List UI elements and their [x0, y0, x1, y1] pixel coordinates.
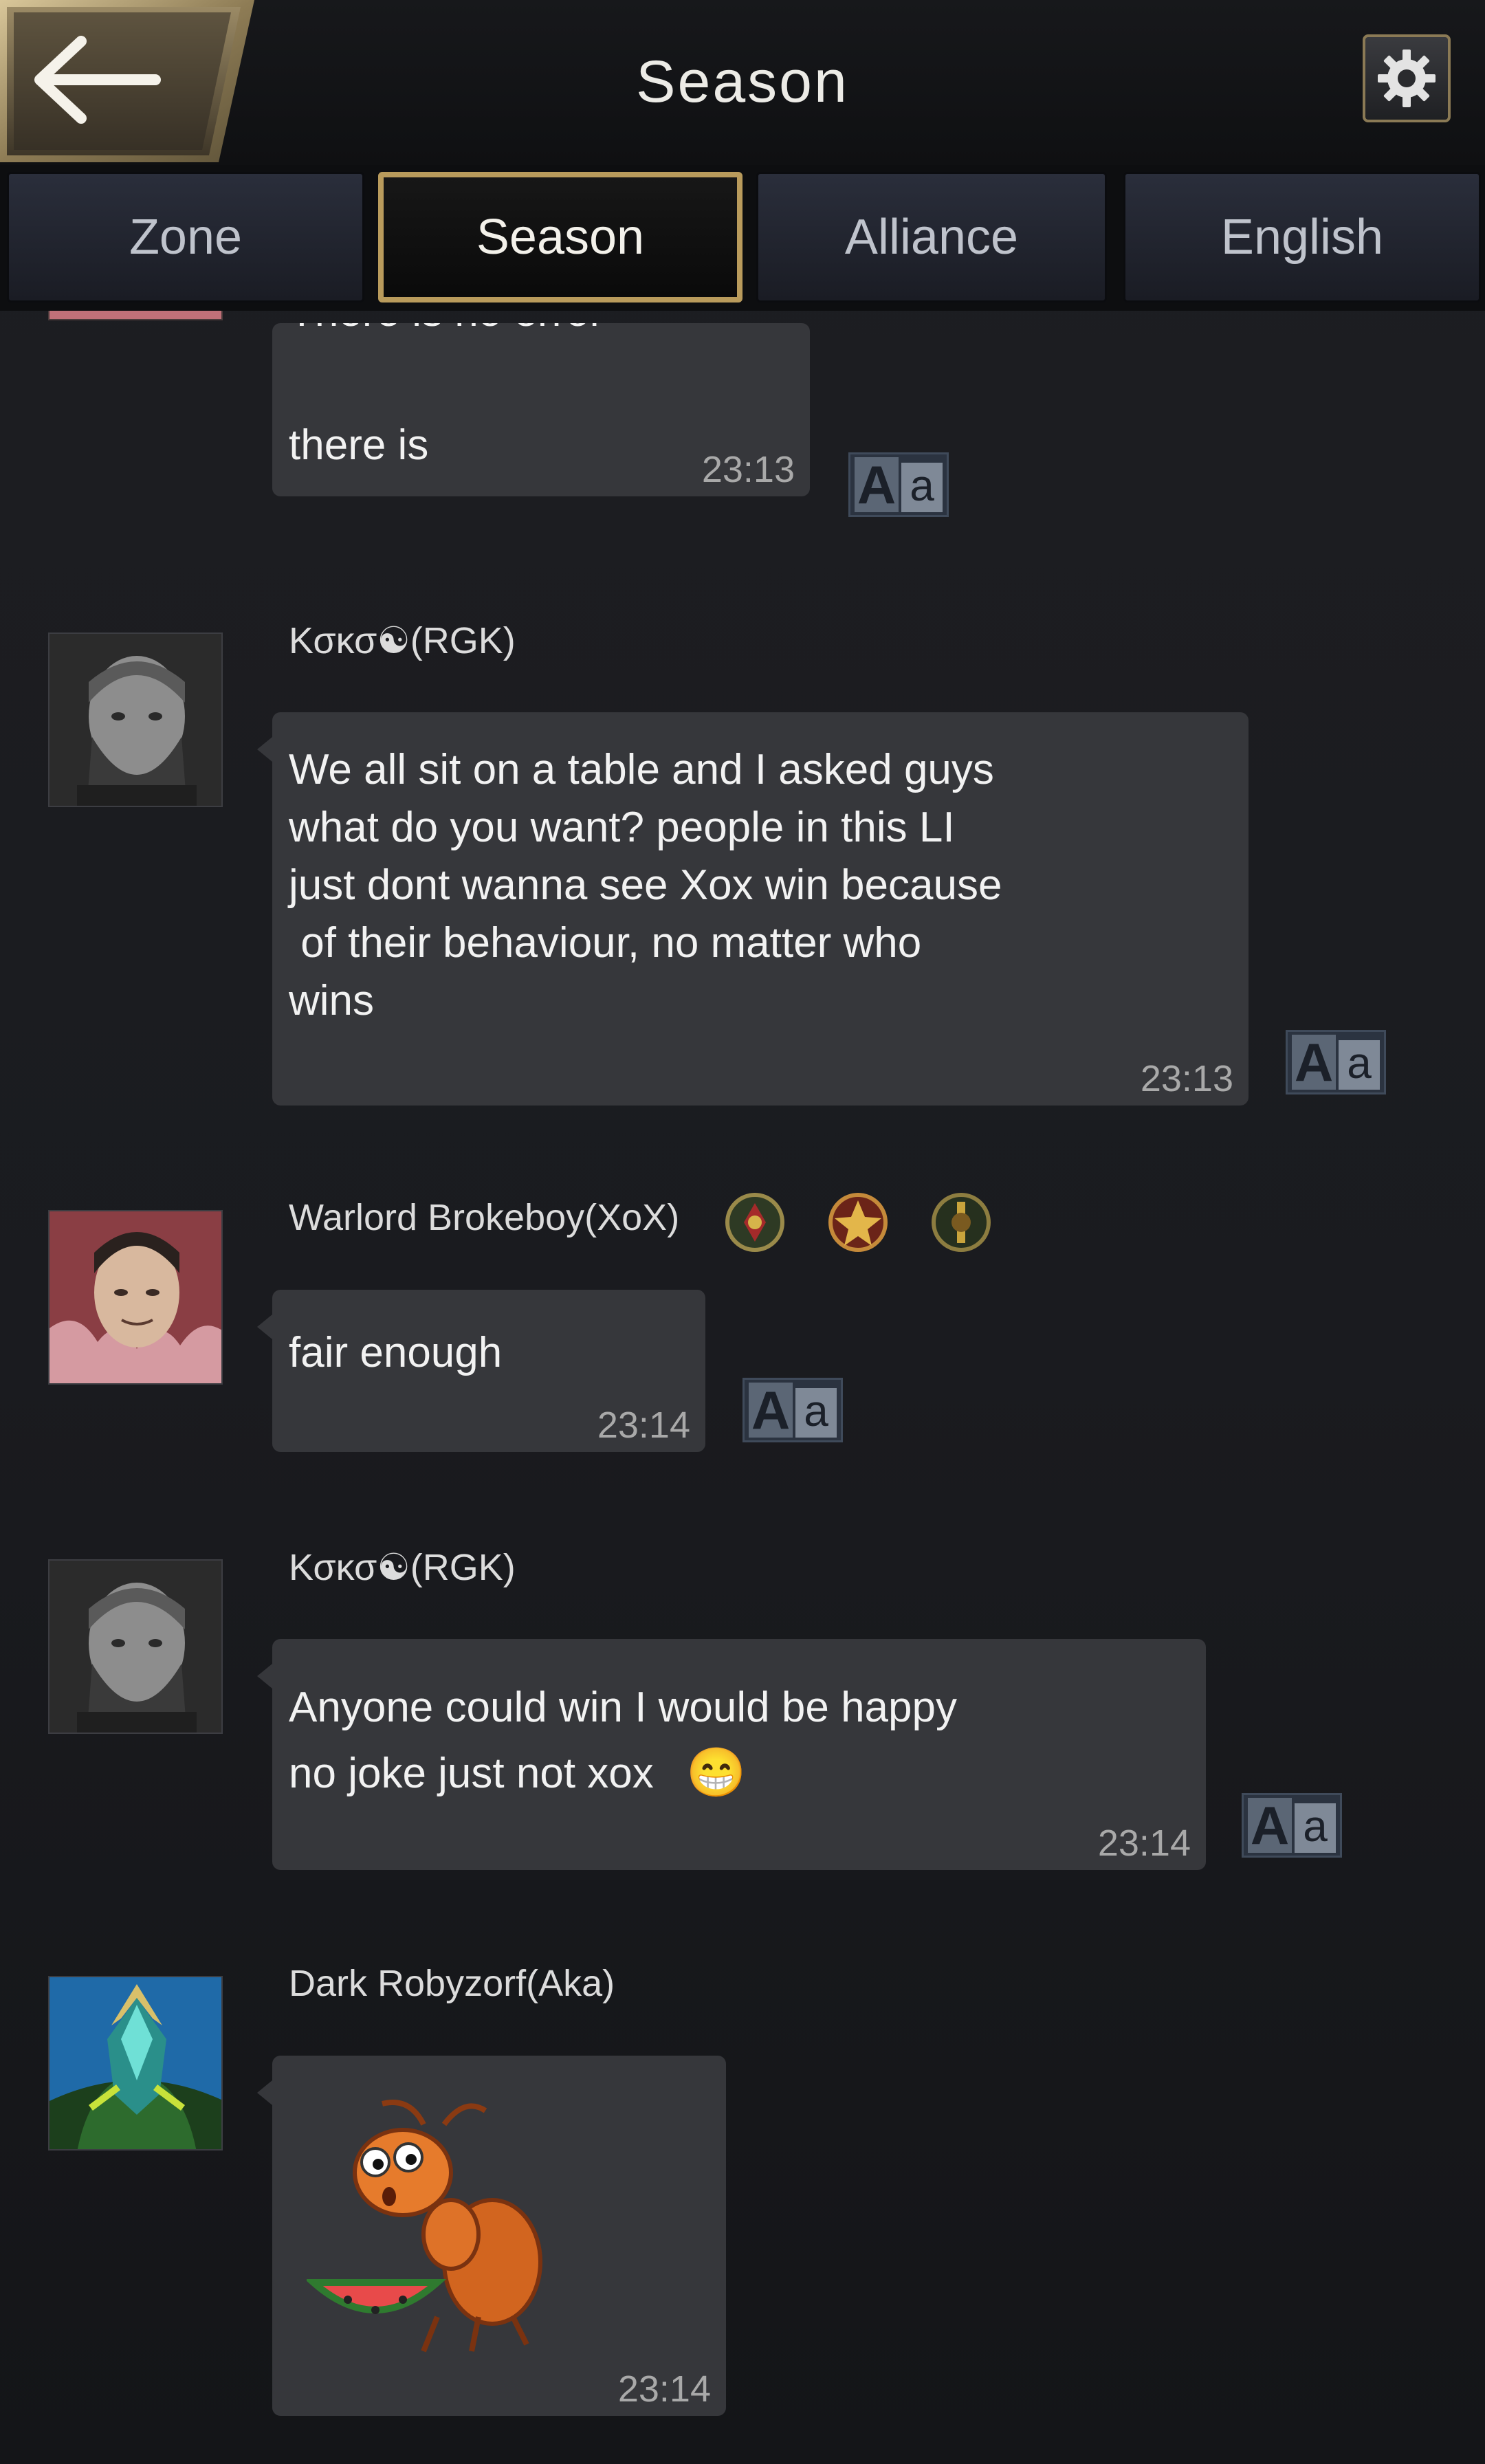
translate-button[interactable]: Aa: [742, 1378, 843, 1442]
username[interactable]: Κσκσ☯(RGK): [289, 1546, 516, 1589]
message-time: 23:13: [1140, 1058, 1233, 1099]
message-text: Anyone could win I would be happy no jok…: [289, 1684, 957, 1797]
top-bar: Season: [0, 0, 1485, 168]
message-bubble[interactable]: There is no error there is 23:13: [272, 323, 810, 496]
message-time: 23:14: [617, 2368, 711, 2410]
username[interactable]: Dark Robyzorf(Aka): [289, 1962, 615, 2005]
username[interactable]: Warlord Brokeboy(XoX): [289, 1196, 679, 1239]
avatar[interactable]: [48, 1976, 223, 2150]
settings-button[interactable]: [1363, 34, 1451, 122]
translate-button[interactable]: Aa: [848, 452, 949, 517]
translate-button[interactable]: Aa: [1242, 1793, 1342, 1858]
tab-alliance[interactable]: Alliance: [756, 172, 1107, 302]
message-text: fair enough: [289, 1329, 503, 1376]
badge-icon: [719, 1187, 791, 1258]
avatar[interactable]: [48, 311, 223, 320]
channel-tabs: Zone Season Alliance English: [0, 165, 1485, 311]
message-bubble[interactable]: We all sit on a table and I asked guys w…: [257, 712, 1248, 1106]
username[interactable]: Κσκσ☯(RGK): [289, 619, 516, 662]
message-text-cut: There is no error: [289, 323, 604, 341]
avatar[interactable]: [48, 1559, 223, 1734]
message-bubble[interactable]: Anyone could win I would be happy no jok…: [257, 1639, 1206, 1870]
message-time: 23:13: [701, 449, 795, 490]
sticker-bubble[interactable]: 23:14: [257, 2056, 726, 2416]
translate-button[interactable]: Aa: [1286, 1030, 1386, 1094]
chat-screen: Season Zone Season Alliance English ther…: [0, 0, 1485, 2464]
avatar[interactable]: [48, 1210, 223, 1385]
message-bubble[interactable]: fair enough 23:14: [257, 1290, 705, 1452]
message-time: 23:14: [1097, 1823, 1191, 1864]
message-text: We all sit on a table and I asked guys w…: [289, 746, 1002, 1024]
badge-icon: [925, 1187, 997, 1258]
grinning-emoji: 😁: [686, 1746, 747, 1799]
avatar[interactable]: [48, 632, 223, 807]
ant-watermelon-sticker: [307, 2100, 542, 2353]
tab-english[interactable]: English: [1123, 172, 1481, 302]
chat-list[interactable]: There is no error there is 23:13 Aa Κσκσ…: [0, 311, 1485, 2464]
badge-icon: [822, 1187, 894, 1258]
message-text: there is: [289, 421, 429, 469]
message-time: 23:14: [597, 1405, 690, 1446]
tab-zone[interactable]: Zone: [7, 172, 364, 302]
tab-season[interactable]: Season: [378, 172, 742, 302]
page-title: Season: [636, 49, 849, 115]
gear-icon: [1378, 50, 1436, 107]
